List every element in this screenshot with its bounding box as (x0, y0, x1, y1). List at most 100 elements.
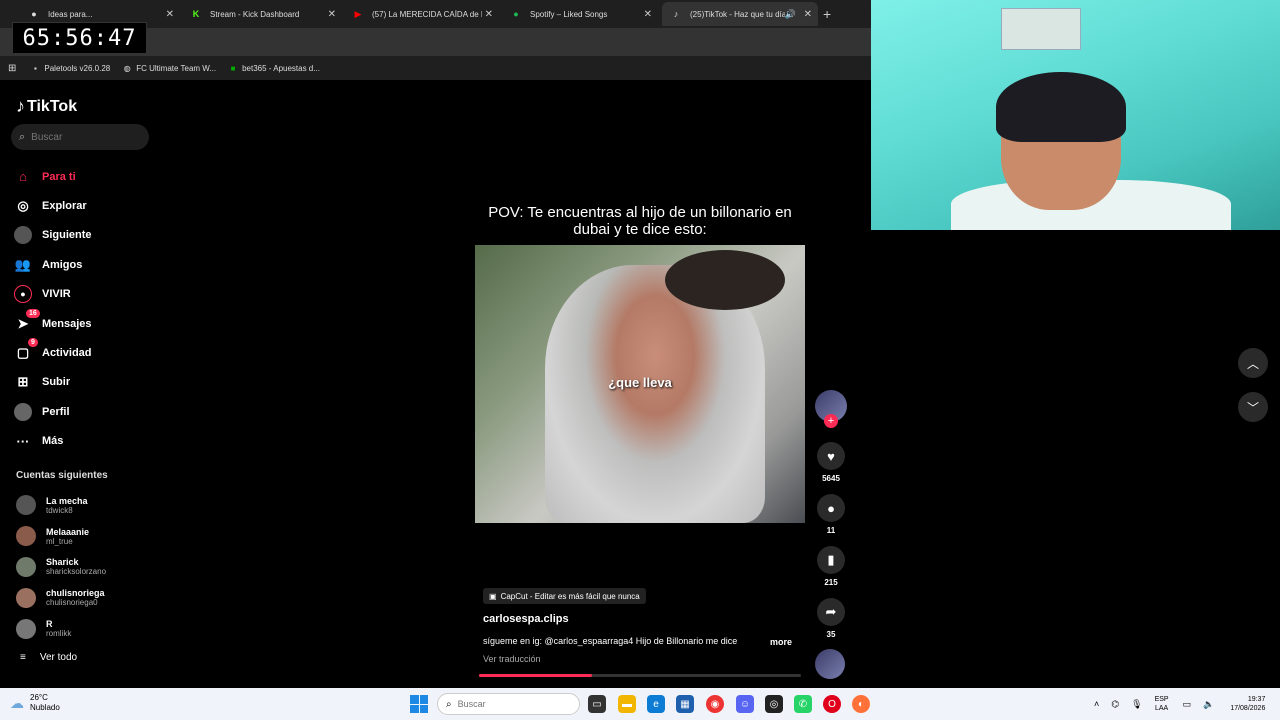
nav-perfil[interactable]: Perfil (14, 397, 92, 426)
edge-icon[interactable]: e (647, 695, 665, 713)
follow-button[interactable]: + (824, 414, 838, 428)
profile-icon (14, 402, 32, 421)
obs-icon[interactable]: ◎ (765, 695, 783, 713)
monitor-icon[interactable]: ▭ (1183, 699, 1192, 710)
video-author[interactable]: carlosespa.clips (483, 613, 569, 625)
nav-mensajes[interactable]: ➤ 16 Mensajes (14, 308, 92, 338)
progress-fill (479, 674, 592, 677)
see-all-link[interactable]: ≡ Ver todo (20, 652, 77, 663)
tab-tiktok[interactable]: ♪ (25)TikTok - Haz que tu día 🔊 ✕ (662, 2, 818, 26)
music-disc[interactable] (815, 649, 845, 679)
discord-icon[interactable]: ☺ (736, 695, 754, 713)
following-list: La mecha tdwick8 Melaaanie ml_true Sharick… (16, 490, 106, 644)
translate-link[interactable]: Ver traducción (483, 654, 541, 664)
bookmark-bet365[interactable]: ■ bet365 - Apuestas d... (228, 63, 320, 73)
spotify-icon: ● (513, 9, 519, 19)
avatar (16, 526, 36, 547)
nav-subir[interactable]: ⊞ Subir (14, 368, 92, 397)
live-icon: ● (14, 285, 32, 304)
language-indicator[interactable]: ESP LAA (1155, 695, 1169, 713)
store-icon[interactable]: ▦ (676, 695, 694, 713)
video-description: sígueme en ig: @carlos_espaarraga4 Hijo … (483, 636, 738, 646)
following-account[interactable]: Rromlikk (16, 613, 106, 644)
activity-badge: 9 (28, 338, 38, 348)
compass-icon: ◎ (17, 198, 29, 214)
tab-spotify[interactable]: ● Spotify – Liked Songs ✕ (502, 2, 658, 26)
opera-icon[interactable]: O (823, 695, 841, 713)
speaker-icon[interactable]: 🔊 (785, 9, 796, 20)
file-explorer-icon[interactable]: ▬ (618, 695, 636, 713)
bookmark-fc-ultimate[interactable]: ◍ FC Ultimate Team W... (122, 63, 216, 73)
comment-icon: ● (817, 494, 845, 522)
microphone-icon[interactable]: 🎙 (1131, 699, 1142, 710)
video-progress-bar[interactable] (479, 674, 801, 677)
capcut-tag[interactable]: ▣ CapCut - Editar es más fácil que nunca (483, 588, 646, 604)
tab-youtube[interactable]: ▶ (57) La MERECIDA CAÍDA de RIN ✕ (344, 2, 499, 26)
chevron-down-icon: ﹀ (1246, 400, 1259, 415)
nav-siguiente[interactable]: Siguiente (14, 221, 92, 250)
close-icon[interactable]: ✕ (804, 9, 812, 20)
following-account[interactable]: Sharick sharicksolorzano (16, 552, 106, 583)
nav-amigos[interactable]: 👥 Amigos (14, 250, 92, 279)
search-icon: ⌕ (19, 130, 26, 143)
tiktok-logo[interactable]: ♪ TikTok (16, 96, 77, 117)
tab-kick[interactable]: K Stream - Kick Dashboard ✕ (182, 2, 342, 26)
following-account[interactable]: Melaaanie ml_true (16, 521, 106, 552)
following-account[interactable]: La mecha tdwick8 (16, 490, 106, 521)
messages-badge: 16 (26, 308, 40, 318)
nav-explorar[interactable]: ◎ Explorar (14, 191, 92, 220)
kick-icon: K (192, 9, 200, 19)
more-button[interactable]: more (770, 637, 792, 647)
windows-taskbar: ☁ 26°CNublado ⌕ ▭ ▬ e ▦ ◉ ☺ ◎ ✆ O ◐ ˄ ⌬ … (0, 688, 1280, 720)
whatsapp-icon[interactable]: ✆ (794, 695, 812, 713)
following-account[interactable]: chulisnoriega chulisnoriega0 (16, 582, 106, 613)
network-icon[interactable]: ⌬ (1111, 699, 1119, 710)
search-box[interactable]: ⌕ (11, 124, 149, 150)
taskbar-search-input[interactable] (457, 699, 558, 709)
chevron-up-icon[interactable]: ˄ (1094, 699, 1099, 709)
weather-widget[interactable]: ☁ 26°C Nublado (10, 693, 60, 713)
stream-timer: 65:56:47 (12, 22, 147, 54)
task-view-icon[interactable]: ▭ (588, 695, 606, 713)
firefox-icon[interactable]: ◐ (852, 695, 870, 713)
save-button[interactable]: ▮ 215 (815, 546, 847, 587)
nav-vivir[interactable]: ● VIVIR (14, 280, 92, 309)
avatar (16, 587, 36, 608)
main-nav: ⌂ Para ti ◎ Explorar Siguiente 👥 Amigos ● VI… (14, 162, 92, 456)
scroll-up-button[interactable]: ︿ (1238, 348, 1268, 378)
youtube-icon: ▶ (354, 8, 362, 19)
cloud-icon: ☁ (10, 694, 24, 711)
taskbar-search[interactable]: ⌕ (437, 693, 580, 715)
scroll-down-button[interactable]: ﹀ (1238, 392, 1268, 422)
search-input[interactable] (31, 131, 132, 143)
bookmark-icon: ▪ (33, 63, 37, 73)
like-button[interactable]: ♥ 5645 (815, 442, 847, 483)
apps-grid-icon[interactable]: ⊞ (8, 63, 16, 74)
bookmark-paletools[interactable]: ▪ Paletools v26.0.28 (30, 63, 110, 73)
system-tray: ˄ ⌬ 🎙 ESP LAA ▭ 🔈 19:37 17/08/2026 (1094, 688, 1265, 720)
nav-actividad[interactable]: ▢ 9 Actividad (14, 338, 92, 367)
speaker-icon[interactable]: 🔈 (1203, 699, 1214, 710)
video-player[interactable]: ¿que lleva (475, 245, 805, 523)
share-button[interactable]: ➦ 35 (815, 598, 847, 639)
comment-button[interactable]: ● 11 (815, 494, 847, 535)
globe-icon: ● (31, 9, 37, 19)
following-section-title: Cuentas siguientes (16, 470, 108, 481)
search-icon: ⌕ (446, 698, 452, 710)
close-icon[interactable]: ✕ (328, 9, 336, 20)
avatar (16, 495, 36, 516)
bookmarks-bar: ⊞ ▪ Paletools v26.0.28 ◍ FC Ultimate Team … (0, 56, 871, 80)
activity-icon: ▢ (16, 345, 30, 361)
nav-para-ti[interactable]: ⌂ Para ti (14, 162, 92, 191)
close-icon[interactable]: ✕ (644, 9, 652, 20)
following-avatar-icon (14, 226, 32, 245)
new-tab-button[interactable]: + (823, 6, 831, 22)
chevron-up-icon: ︿ (1246, 356, 1259, 371)
chrome-icon[interactable]: ◉ (706, 695, 724, 713)
avatar (16, 556, 36, 577)
nav-mas[interactable]: ··· Más (14, 427, 92, 456)
clock[interactable]: 19:37 17/08/2026 (1230, 695, 1265, 713)
close-icon[interactable]: ✕ (485, 9, 493, 20)
close-icon[interactable]: ✕ (166, 9, 174, 20)
start-button[interactable] (410, 695, 428, 713)
